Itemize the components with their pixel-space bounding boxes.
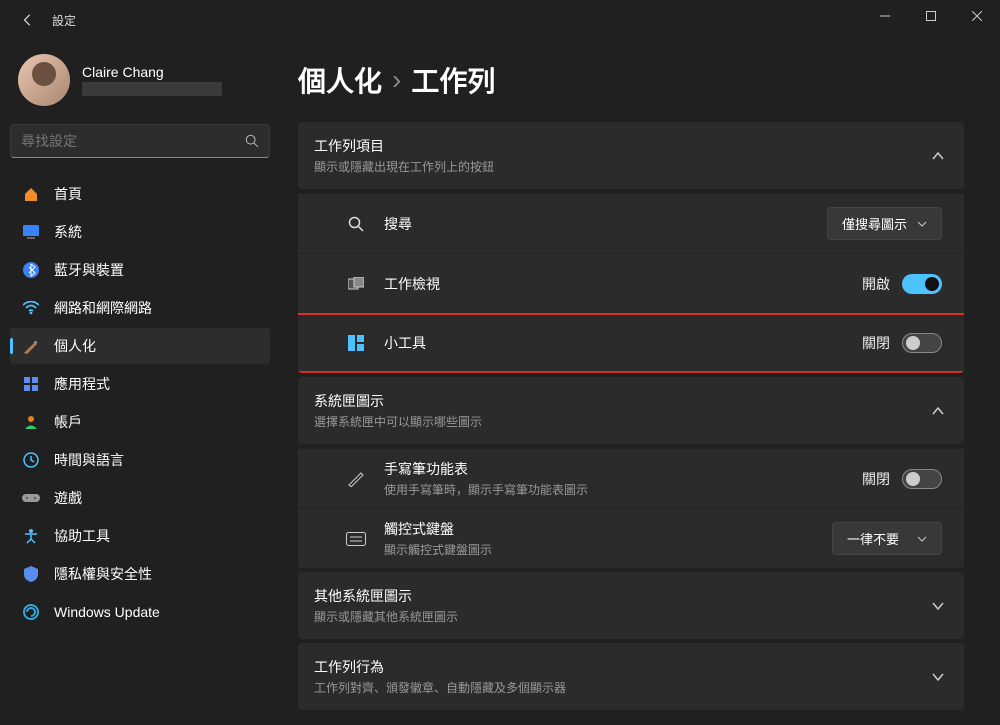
- sidebar-item-privacy[interactable]: 隱私權與安全性: [10, 556, 270, 592]
- pen-icon: [346, 469, 366, 489]
- shield-icon: [22, 565, 40, 583]
- user-email-masked: [82, 82, 222, 96]
- sidebar-item-time-language[interactable]: 時間與語言: [10, 442, 270, 478]
- section-header-other-tray[interactable]: 其他系統匣圖示 顯示或隱藏其他系統匣圖示: [298, 572, 964, 639]
- chevron-up-icon: [932, 407, 946, 415]
- row-pen-menu: 手寫筆功能表 使用手寫筆時，顯示手寫筆功能表圖示 關閉: [298, 448, 964, 508]
- sidebar-item-home[interactable]: 首頁: [10, 176, 270, 212]
- window-title: 設定: [52, 12, 76, 29]
- chevron-down-icon: [932, 673, 946, 681]
- toggle-task-view[interactable]: [902, 274, 942, 294]
- sidebar-item-network[interactable]: 網路和網際網路: [10, 290, 270, 326]
- maximize-button[interactable]: [908, 0, 954, 32]
- search-icon: [245, 134, 259, 148]
- gaming-icon: [22, 489, 40, 507]
- row-task-view: 工作檢視 開啟: [298, 253, 964, 313]
- section-taskbar-behavior: 工作列行為 工作列對齊、頒發徽章、自動隱藏及多個顯示器: [298, 643, 964, 710]
- row-search: 搜尋 僅搜尋圖示: [298, 193, 964, 253]
- search-icon: [346, 214, 366, 234]
- bluetooth-icon: [22, 261, 40, 279]
- accounts-icon: [22, 413, 40, 431]
- user-name: Claire Chang: [82, 64, 222, 80]
- section-other-tray-icons: 其他系統匣圖示 顯示或隱藏其他系統匣圖示: [298, 572, 964, 639]
- sidebar-item-gaming[interactable]: 遊戲: [10, 480, 270, 516]
- chevron-down-icon: [917, 221, 927, 227]
- back-button[interactable]: [16, 8, 40, 32]
- apps-icon: [22, 375, 40, 393]
- window-controls: [862, 0, 1000, 32]
- sidebar-item-system[interactable]: 系統: [10, 214, 270, 250]
- search-input[interactable]: [21, 133, 245, 149]
- task-view-icon: [346, 274, 366, 294]
- section-header-tray-icons[interactable]: 系統匣圖示 選擇系統匣中可以顯示哪些圖示: [298, 377, 964, 444]
- titlebar: 設定: [0, 0, 1000, 40]
- sidebar-item-accessibility[interactable]: 協助工具: [10, 518, 270, 554]
- update-icon: [22, 603, 40, 621]
- sidebar-item-personalization[interactable]: 個人化: [10, 328, 270, 364]
- sidebar-item-bluetooth[interactable]: 藍牙與裝置: [10, 252, 270, 288]
- section-header-taskbar-items[interactable]: 工作列項目 顯示或隱藏出現在工作列上的按鈕: [298, 122, 964, 189]
- close-button[interactable]: [954, 0, 1000, 32]
- touch-keyboard-dropdown[interactable]: 一律不要: [832, 522, 942, 555]
- wifi-icon: [22, 299, 40, 317]
- toggle-widgets[interactable]: [902, 333, 942, 353]
- nav-list: 首頁 系統 藍牙與裝置 網路和網際網路 個人化 應用程式 帳戶 時間與語言 遊戲…: [10, 176, 270, 630]
- section-header-behavior[interactable]: 工作列行為 工作列對齊、頒發徽章、自動隱藏及多個顯示器: [298, 643, 964, 710]
- chevron-down-icon: [932, 602, 946, 610]
- user-block[interactable]: Claire Chang: [10, 40, 270, 124]
- chevron-down-icon: [917, 536, 927, 542]
- breadcrumb: 個人化 › 工作列: [298, 60, 964, 100]
- section-tray-icons: 系統匣圖示 選擇系統匣中可以顯示哪些圖示 手寫筆功能表 使用手寫筆時，顯示手寫筆…: [298, 377, 964, 568]
- keyboard-icon: [346, 529, 366, 549]
- search-mode-dropdown[interactable]: 僅搜尋圖示: [827, 207, 942, 240]
- sidebar-item-apps[interactable]: 應用程式: [10, 366, 270, 402]
- breadcrumb-current: 工作列: [411, 60, 495, 100]
- row-touch-keyboard: 觸控式鍵盤 顯示觸控式鍵盤圖示 一律不要: [298, 508, 964, 568]
- breadcrumb-parent[interactable]: 個人化: [298, 60, 382, 100]
- row-widgets: 小工具 關閉: [298, 313, 964, 373]
- chevron-right-icon: ›: [392, 64, 401, 96]
- section-taskbar-items: 工作列項目 顯示或隱藏出現在工作列上的按鈕 搜尋 僅搜尋圖示 工作檢視 開啟: [298, 122, 964, 373]
- sidebar: Claire Chang 首頁 系統 藍牙與裝置 網路和網際網路 個人化 應用程…: [0, 40, 280, 725]
- system-icon: [22, 223, 40, 241]
- chevron-up-icon: [932, 152, 946, 160]
- accessibility-icon: [22, 527, 40, 545]
- main-content: 個人化 › 工作列 工作列項目 顯示或隱藏出現在工作列上的按鈕 搜尋 僅搜尋圖示: [280, 40, 1000, 725]
- search-box[interactable]: [10, 124, 270, 158]
- clock-icon: [22, 451, 40, 469]
- sidebar-item-accounts[interactable]: 帳戶: [10, 404, 270, 440]
- personalization-icon: [22, 337, 40, 355]
- home-icon: [22, 185, 40, 203]
- sidebar-item-windows-update[interactable]: Windows Update: [10, 594, 270, 630]
- minimize-button[interactable]: [862, 0, 908, 32]
- widgets-icon: [346, 333, 366, 353]
- toggle-pen-menu[interactable]: [902, 469, 942, 489]
- avatar: [18, 54, 70, 106]
